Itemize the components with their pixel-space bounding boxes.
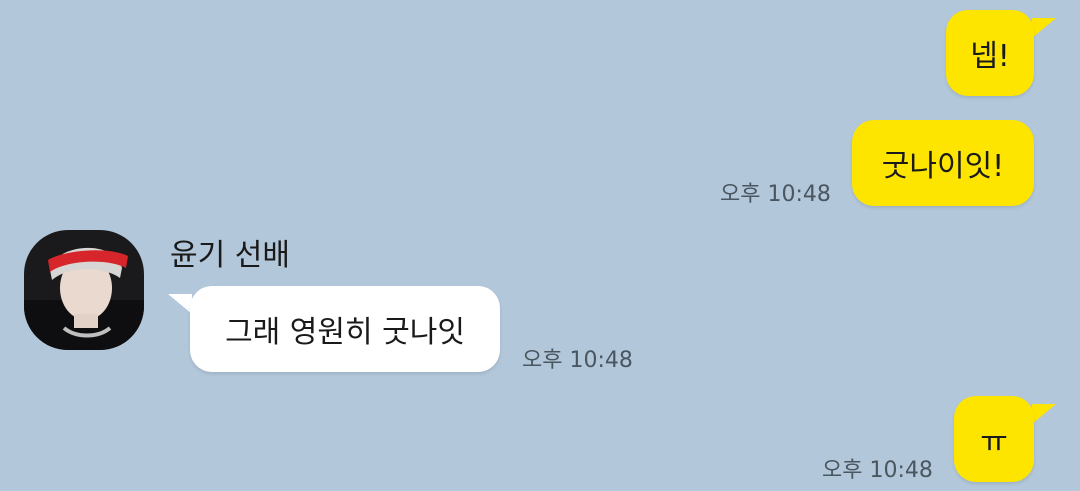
sender-name: 윤기 선배 (170, 238, 290, 273)
message-time: 오후 10:48 (822, 458, 933, 483)
bubble-tail-icon (1032, 404, 1056, 424)
bubble-tail-icon (168, 294, 192, 314)
message-text: 굿나이잇! (881, 149, 1005, 184)
message-bubble-mine[interactable]: 굿나이잇! (852, 120, 1034, 206)
message-text: ㅠ (980, 425, 1008, 460)
message-text: 그래 영원히 굿나잇 (225, 315, 465, 350)
message-bubble-mine[interactable]: 넵! (946, 10, 1034, 96)
message-time: 오후 10:48 (522, 348, 633, 373)
message-bubble-mine[interactable]: ㅠ (954, 396, 1034, 482)
avatar[interactable] (24, 230, 144, 350)
message-text: 넵! (970, 39, 1010, 74)
message-time: 오후 10:48 (720, 182, 831, 207)
message-bubble-theirs[interactable]: 그래 영원히 굿나잇 (190, 286, 500, 372)
bubble-tail-icon (1032, 18, 1056, 38)
profile-photo-icon (24, 230, 144, 350)
